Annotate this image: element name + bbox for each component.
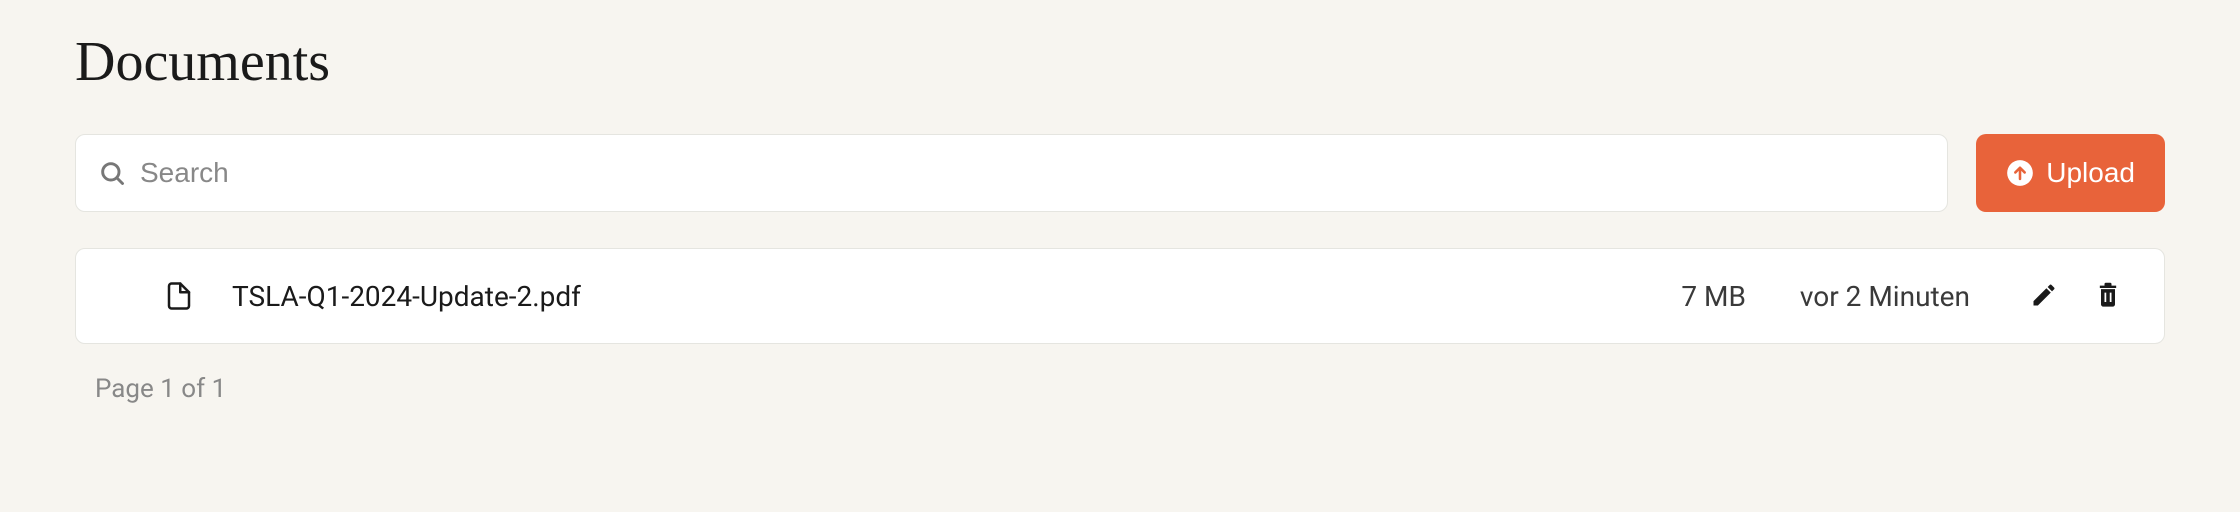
- document-row: TSLA-Q1-2024-Update-2.pdf 7 MB vor 2 Min…: [75, 248, 2165, 344]
- page-title: Documents: [75, 30, 2165, 94]
- search-icon: [98, 159, 126, 187]
- document-icon: [164, 281, 194, 311]
- controls-row: Upload: [75, 134, 2165, 212]
- upload-icon: [2006, 159, 2034, 187]
- delete-button[interactable]: [2088, 275, 2128, 318]
- search-input[interactable]: [140, 157, 1925, 189]
- pencil-icon: [2030, 281, 2058, 312]
- upload-label: Upload: [2046, 157, 2135, 189]
- upload-button[interactable]: Upload: [1976, 134, 2165, 212]
- pagination-label: Page 1 of 1: [75, 374, 2165, 404]
- document-name: TSLA-Q1-2024-Update-2.pdf: [232, 280, 1657, 313]
- search-container[interactable]: [75, 134, 1948, 212]
- edit-button[interactable]: [2024, 275, 2064, 318]
- document-modified: vor 2 Minuten: [1800, 280, 1970, 313]
- document-size: 7 MB: [1681, 280, 1746, 313]
- trash-icon: [2094, 281, 2122, 312]
